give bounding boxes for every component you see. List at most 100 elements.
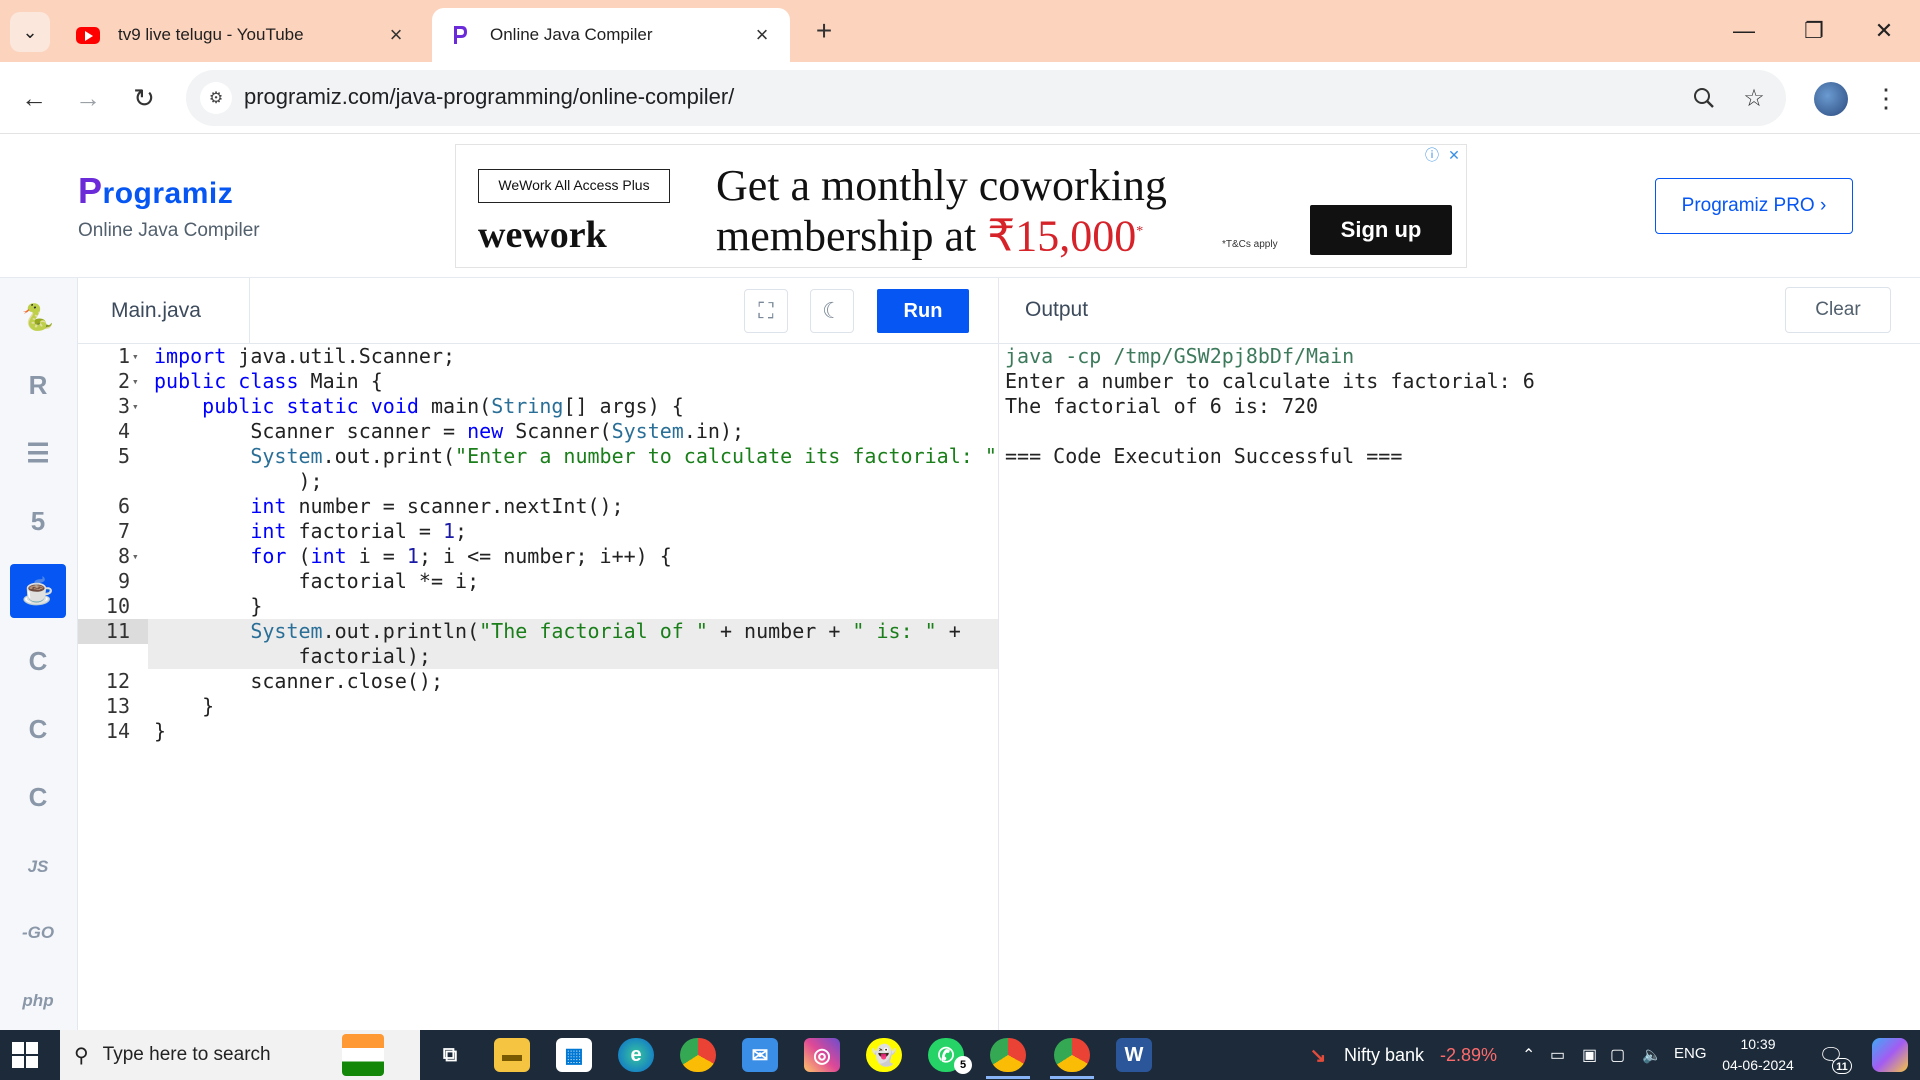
election-widget-icon[interactable] — [342, 1034, 384, 1076]
close-window-icon[interactable]: ✕ — [1858, 10, 1910, 52]
chrome-icon[interactable] — [680, 1038, 716, 1072]
code-line[interactable]: 5 System.out.print("Enter a number to ca… — [78, 444, 998, 469]
code-line[interactable]: ); — [78, 469, 998, 494]
code-text[interactable]: Scanner scanner = new Scanner(System.in)… — [154, 419, 744, 444]
lang-python[interactable]: 🐍 — [10, 290, 66, 344]
lang-sql[interactable]: ☰ — [10, 426, 66, 480]
lang-php[interactable]: php — [10, 974, 66, 1028]
tab-search-button[interactable]: ⌄ — [10, 12, 50, 52]
run-button[interactable]: Run — [877, 289, 969, 333]
language-indicator[interactable]: ENG — [1674, 1045, 1707, 1062]
fold-toggle-icon[interactable]: ▾ — [132, 544, 139, 569]
url-text[interactable]: programiz.com/java-programming/online-co… — [244, 84, 734, 110]
chrome-active-icon[interactable] — [1054, 1038, 1090, 1072]
menu-icon[interactable]: ⋮ — [1868, 80, 1904, 116]
code-text[interactable]: } — [154, 719, 166, 744]
forward-icon[interactable]: → — [68, 78, 108, 118]
bookmark-star-icon[interactable]: ☆ — [1738, 82, 1770, 114]
microsoft-store-icon[interactable]: ▦ — [556, 1038, 592, 1072]
dark-mode-icon[interactable]: ☾ — [810, 289, 854, 333]
code-line[interactable]: 7 int factorial = 1; — [78, 519, 998, 544]
fold-toggle-icon[interactable]: ▾ — [132, 394, 139, 419]
code-text[interactable]: for (int i = 1; i <= number; i++) { — [154, 544, 671, 569]
fold-toggle-icon[interactable]: ▾ — [132, 369, 139, 394]
code-line[interactable]: 3 ▾ public static void main(String[] args… — [78, 394, 998, 419]
lang-java[interactable]: ☕ — [10, 564, 66, 618]
clear-button[interactable]: Clear — [1785, 287, 1891, 333]
code-line[interactable]: factorial); — [78, 644, 998, 669]
snapchat-icon[interactable]: 👻 — [866, 1038, 902, 1072]
fold-toggle-icon[interactable]: ▾ — [132, 344, 139, 369]
output-console[interactable]: java -cp /tmp/GSW2pj8bDf/Main Enter a num… — [1005, 344, 1905, 469]
file-explorer-icon[interactable]: ▬ — [494, 1038, 530, 1072]
taskbar-clock[interactable]: 10:39 04-06-2024 — [1716, 1034, 1800, 1076]
copilot-icon[interactable] — [1872, 1038, 1908, 1072]
programiz-pro-button[interactable]: Programiz PRO › — [1655, 178, 1853, 234]
code-line[interactable]: 8 ▾ for (int i = 1; i <= number; i++) { — [78, 544, 998, 569]
code-line[interactable]: 2 ▾ public class Main { — [78, 369, 998, 394]
code-text[interactable]: System.out.println("The factorial of " +… — [154, 619, 960, 644]
lang-r[interactable]: R — [10, 358, 66, 412]
programiz-logo[interactable]: Programiz — [78, 170, 233, 212]
code-line[interactable]: 11 System.out.println("The factorial of … — [78, 619, 998, 644]
code-line[interactable]: 9 factorial *= i; — [78, 569, 998, 594]
network-icon[interactable]: ▣ — [1582, 1045, 1597, 1065]
ad-signup-button[interactable]: Sign up — [1310, 205, 1452, 255]
display-icon[interactable]: ▢ — [1610, 1045, 1625, 1065]
ad-info-icon[interactable]: ⓘ — [1422, 145, 1442, 165]
file-tab[interactable]: Main.java — [78, 278, 250, 344]
battery-icon[interactable]: ▭ — [1550, 1045, 1565, 1065]
code-text[interactable]: factorial); — [154, 644, 430, 669]
mail-icon[interactable]: ✉ — [742, 1038, 778, 1072]
code-text[interactable]: public static void main(String[] args) { — [154, 394, 684, 419]
task-view-icon[interactable]: ⧉ — [432, 1038, 468, 1072]
code-text[interactable]: factorial *= i; — [154, 569, 479, 594]
code-line[interactable]: 1 ▾ import java.util.Scanner; — [78, 344, 998, 369]
tray-expand-icon[interactable]: ⌃ — [1522, 1045, 1535, 1065]
code-text[interactable]: ); — [154, 469, 322, 494]
lang-cpp[interactable]: C — [10, 702, 66, 756]
code-text[interactable]: int number = scanner.nextInt(); — [154, 494, 623, 519]
site-info-icon[interactable]: ⚙ — [200, 82, 232, 114]
close-tab-icon[interactable]: × — [384, 22, 408, 48]
close-tab-icon[interactable]: × — [750, 22, 774, 48]
code-text[interactable]: public class Main { — [154, 369, 383, 394]
reload-icon[interactable]: ↻ — [124, 78, 164, 118]
code-line[interactable]: 12 scanner.close(); — [78, 669, 998, 694]
restore-icon[interactable]: ❐ — [1788, 10, 1840, 52]
address-bar[interactable]: ⚙ programiz.com/java-programming/online-… — [186, 70, 1786, 126]
minimize-icon[interactable]: — — [1718, 10, 1770, 52]
code-line[interactable]: 6 int number = scanner.nextInt(); — [78, 494, 998, 519]
code-text[interactable]: System.out.print("Enter a number to calc… — [154, 444, 997, 469]
ad-close-icon[interactable]: ✕ — [1444, 145, 1464, 165]
chrome-profile-icon[interactable] — [990, 1038, 1026, 1072]
tab-online-java-compiler[interactable]: Online Java Compiler × — [432, 8, 790, 62]
profile-avatar[interactable] — [1814, 82, 1848, 116]
lang-html[interactable]: 5 — [10, 494, 66, 548]
code-text[interactable]: import java.util.Scanner; — [154, 344, 455, 369]
code-line[interactable]: 13 } — [78, 694, 998, 719]
lang-c[interactable]: C — [10, 634, 66, 688]
code-text[interactable]: } — [154, 594, 262, 619]
fullscreen-icon[interactable]: ⛶ — [744, 289, 788, 333]
windows-start-icon[interactable] — [12, 1042, 38, 1068]
code-text[interactable]: } — [154, 694, 214, 719]
volume-mute-icon[interactable]: 🔈 — [1642, 1045, 1662, 1065]
code-line[interactable]: 10 } — [78, 594, 998, 619]
edge-icon[interactable]: e — [618, 1038, 654, 1072]
code-text[interactable]: int factorial = 1; — [154, 519, 467, 544]
tab-youtube[interactable]: tv9 live telugu - YouTube × — [60, 8, 424, 62]
code-line[interactable]: 4 Scanner scanner = new Scanner(System.i… — [78, 419, 998, 444]
code-text[interactable]: scanner.close(); — [154, 669, 443, 694]
code-editor[interactable]: 1 ▾ import java.util.Scanner; 2 ▾ public clas… — [78, 344, 998, 1030]
lang-javascript[interactable]: JS — [10, 840, 66, 894]
instagram-icon[interactable]: ◎ — [804, 1038, 840, 1072]
stock-name[interactable]: Nifty bank — [1344, 1045, 1424, 1066]
new-tab-button[interactable]: + — [806, 14, 842, 50]
word-icon[interactable]: W — [1116, 1038, 1152, 1072]
panel-divider[interactable] — [998, 278, 999, 1030]
lang-csharp[interactable]: C — [10, 770, 66, 824]
code-line[interactable]: 14} — [78, 719, 998, 744]
taskbar-search[interactable]: ⚲ Type here to search — [60, 1030, 420, 1080]
lang-go[interactable]: -GO — [10, 906, 66, 960]
